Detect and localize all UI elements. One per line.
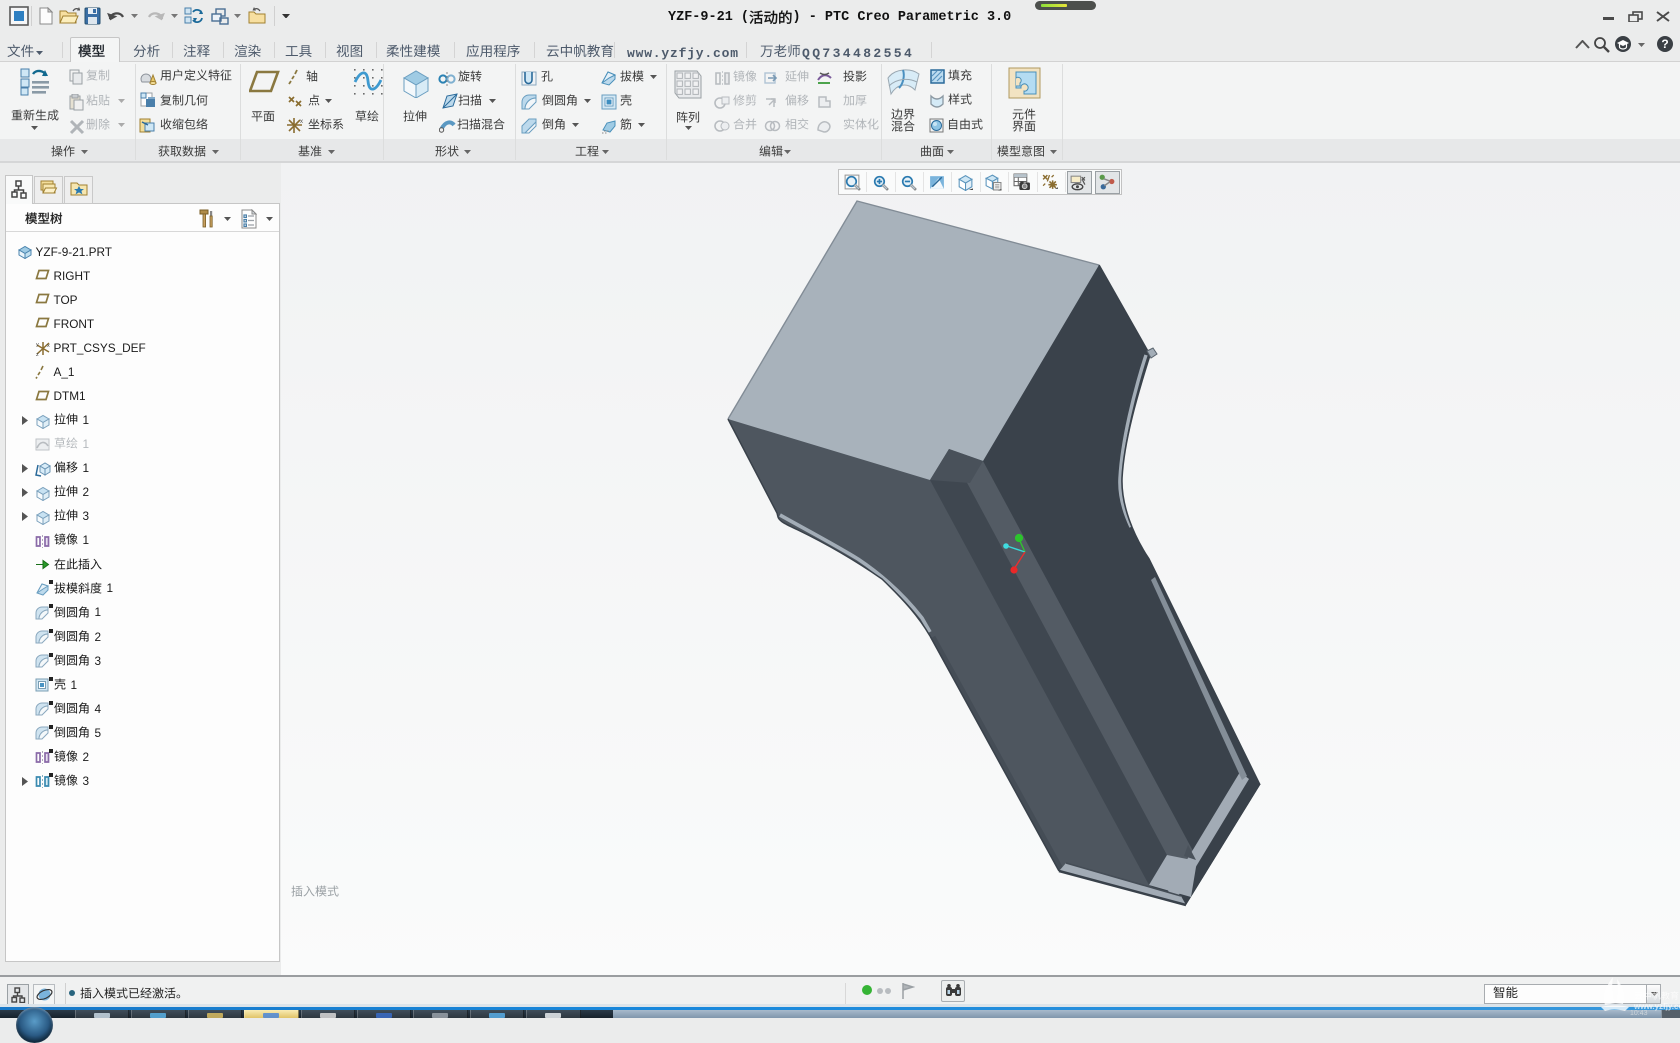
svg-text:?: ? [1661, 37, 1668, 51]
svg-text:x: x [47, 343, 50, 349]
svg-text:y: y [36, 342, 39, 348]
svg-text:x: x [300, 119, 303, 125]
svg-text:z: z [36, 352, 39, 356]
